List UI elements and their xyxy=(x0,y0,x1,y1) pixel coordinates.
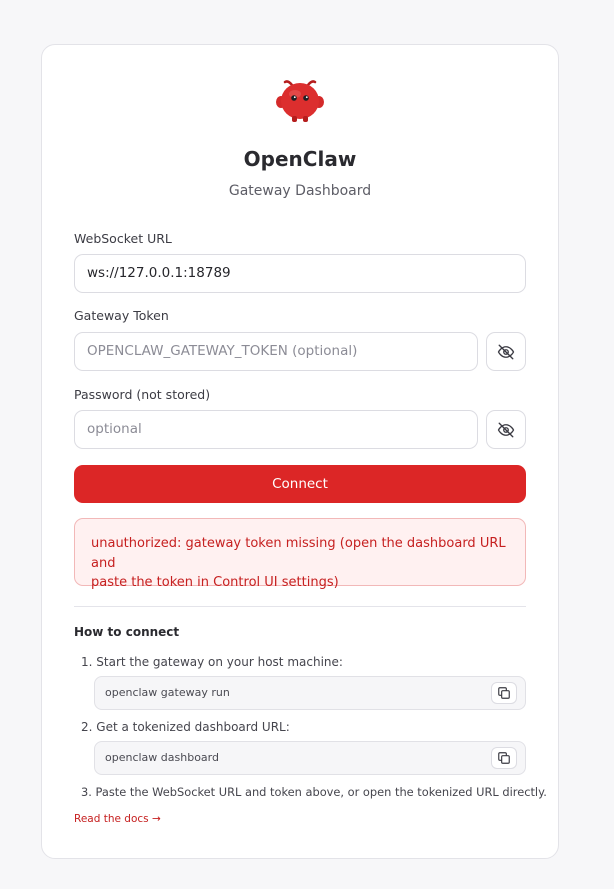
gateway-token-label: Gateway Token xyxy=(74,308,169,323)
error-alert: unauthorized: gateway token missing (ope… xyxy=(74,518,526,590)
toggle-password-visibility-button[interactable] xyxy=(486,410,526,449)
error-message-line2: paste the token in Control UI settings) xyxy=(91,575,339,590)
how-to-connect-heading: How to connect xyxy=(74,625,180,639)
password-input[interactable]: optional xyxy=(74,410,478,449)
command-box: openclaw gateway run xyxy=(94,676,526,710)
divider xyxy=(74,606,526,607)
read-the-docs-link[interactable]: Read the docs → xyxy=(74,813,161,825)
copy-command-button[interactable] xyxy=(491,682,517,704)
websocket-url-input[interactable]: ws://127.0.0.1:18789 xyxy=(74,254,526,293)
gateway-token-input[interactable]: OPENCLAW_GATEWAY_TOKEN (optional) xyxy=(74,332,478,371)
red-claw-mascot-icon xyxy=(276,80,324,122)
app-title: OpenClaw xyxy=(243,147,357,171)
copy-command-button[interactable] xyxy=(491,747,517,769)
app-subtitle: Gateway Dashboard xyxy=(228,183,372,199)
toggle-token-visibility-button[interactable] xyxy=(486,332,526,371)
eye-off-icon xyxy=(497,344,515,359)
step-2-text: 2. Get a tokenized dashboard URL: xyxy=(81,720,290,734)
login-card: OpenClaw Gateway Dashboard WebSocket URL… xyxy=(41,44,559,859)
step-3-text: 3. Paste the WebSocket URL and token abo… xyxy=(81,785,547,799)
password-label: Password (not stored) xyxy=(74,387,211,402)
password-placeholder: optional xyxy=(87,421,142,437)
websocket-url-label: WebSocket URL xyxy=(74,231,172,246)
connect-button[interactable]: Connect xyxy=(74,465,526,503)
command-text: openclaw dashboard xyxy=(105,751,219,764)
command-box: openclaw dashboard xyxy=(94,741,526,775)
error-message-line1: unauthorized: gateway token missing (ope… xyxy=(91,536,506,571)
step-1-text: 1. Start the gateway on your host machin… xyxy=(81,655,343,669)
copy-icon xyxy=(498,752,510,764)
command-text: openclaw gateway run xyxy=(105,686,230,699)
copy-icon xyxy=(498,687,510,699)
gateway-token-placeholder: OPENCLAW_GATEWAY_TOKEN (optional) xyxy=(87,343,358,359)
websocket-url-value: ws://127.0.0.1:18789 xyxy=(87,265,231,281)
eye-off-icon xyxy=(497,422,515,437)
